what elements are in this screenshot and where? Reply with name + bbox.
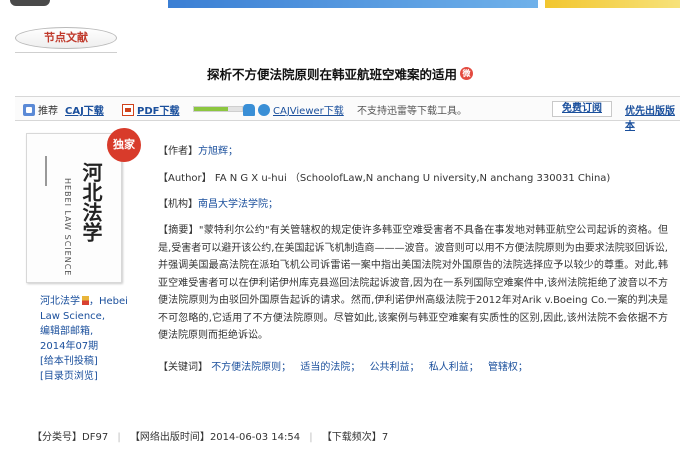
android-icon xyxy=(243,104,255,116)
caj-download-button[interactable]: CAJ下载 xyxy=(65,102,104,117)
cover-title-cn: 河北法学 xyxy=(79,162,103,242)
recommend-icon xyxy=(23,104,35,116)
journal-name-link[interactable]: 河北法学 xyxy=(40,296,80,307)
journal-info: 河北法学 ，Hebei Law Science, 编辑部邮箱, 2014年07期 … xyxy=(40,294,140,384)
banner-blue-ad[interactable] xyxy=(168,0,538,8)
footer-info: 【分类号】DF97 | 【网络出版时间】2014-06-03 14:54 | 【… xyxy=(32,432,389,443)
pdf-icon xyxy=(122,104,134,116)
author-en-row: 【Author】 FA N G X u-hui （SchoolofLaw,N a… xyxy=(158,173,611,184)
cover-title-en: HEBEI LAW SCIENCE xyxy=(63,178,72,277)
keywords-row: 【关键词】 不方便法院原则； 适当的法院； 公共利益； 私人利益； 管辖权； xyxy=(158,358,534,373)
journal-cover[interactable]: 河北法学 HEBEI LAW SCIENCE 独家 xyxy=(26,128,141,283)
article-title: 探析不方便法院原则在韩亚航班空难案的适用 xyxy=(206,67,457,82)
keyword-link[interactable]: 适当的法院； xyxy=(300,362,360,373)
journal-issue-link[interactable]: 2014年07期 xyxy=(40,341,98,352)
banner-yellow-ad[interactable] xyxy=(545,0,680,8)
keywords-label: 【关键词】 xyxy=(158,362,208,373)
abstract: 【摘要】"蒙特利尔公约"有关管辖权的规定使许多韩亚空难受害者不具备在事发地对韩亚… xyxy=(158,222,668,345)
section-divider xyxy=(15,52,117,53)
org-row: 【机构】南昌大学法学院； xyxy=(158,199,278,210)
submit-link[interactable]: [给本刊投稿] xyxy=(40,356,98,367)
cover-decoration xyxy=(45,156,47,186)
pdf-progress-fill xyxy=(194,107,228,111)
flag-icon xyxy=(82,296,89,305)
exclusive-badge: 独家 xyxy=(107,128,141,162)
toc-link[interactable]: [目录页浏览] xyxy=(40,371,98,382)
class-label: 【分类号】 xyxy=(32,432,82,443)
download-notice: 不支持迅雷等下载工具。 xyxy=(357,106,467,117)
article-title-row: 探析不方便法院原则在韩亚航班空难案的适用微 xyxy=(0,64,680,83)
class-value: DF97 xyxy=(82,432,109,443)
online-value: 2014-06-03 14:54 xyxy=(209,432,301,443)
downloads-value: 7 xyxy=(381,432,389,443)
weibo-icon[interactable]: 微 xyxy=(460,67,473,80)
first-publish-link[interactable]: 优先出版版本 xyxy=(625,102,680,132)
downloads-label: 【下载频次】 xyxy=(321,432,382,443)
cajviewer-download-button[interactable]: CAJViewer下载 xyxy=(243,102,344,117)
pdf-progress-bar xyxy=(193,106,243,112)
download-toolbar: 推荐 CAJ下载 PDF下载 CAJViewer下载 不支持迅雷等下载工具。 免… xyxy=(15,96,680,132)
author-row: 【作者】方旭辉； xyxy=(158,146,238,157)
banner-left-tab xyxy=(10,0,50,6)
author-en: FA N G X u-hui （SchoolofLaw,N anchang U … xyxy=(214,173,611,184)
keyword-link[interactable]: 私人利益； xyxy=(429,362,479,373)
pdf-download-button[interactable]: PDF下载 xyxy=(122,102,179,117)
apple-icon xyxy=(258,104,270,116)
keyword-link[interactable]: 公共利益； xyxy=(370,362,420,373)
abstract-label: 【摘要】 xyxy=(158,225,199,236)
keyword-link[interactable]: 管辖权； xyxy=(488,362,528,373)
org-link[interactable]: 南昌大学法学院； xyxy=(198,199,278,210)
subscribe-button[interactable]: 免费订阅 xyxy=(552,101,612,117)
keyword-link[interactable]: 不方便法院原则； xyxy=(211,362,291,373)
abstract-text: "蒙特利尔公约"有关管辖权的规定使许多韩亚空难受害者不具备在事发地对韩亚航空公司… xyxy=(158,225,669,341)
journal-editor-link[interactable]: 编辑部邮箱, xyxy=(40,326,93,337)
online-label: 【网络出版时间】 xyxy=(129,432,210,443)
author-link[interactable]: 方旭辉； xyxy=(198,146,238,157)
top-banner xyxy=(0,0,680,10)
recommend-button[interactable]: 推荐 xyxy=(23,102,58,117)
section-tab: 节点文献 xyxy=(15,27,117,49)
